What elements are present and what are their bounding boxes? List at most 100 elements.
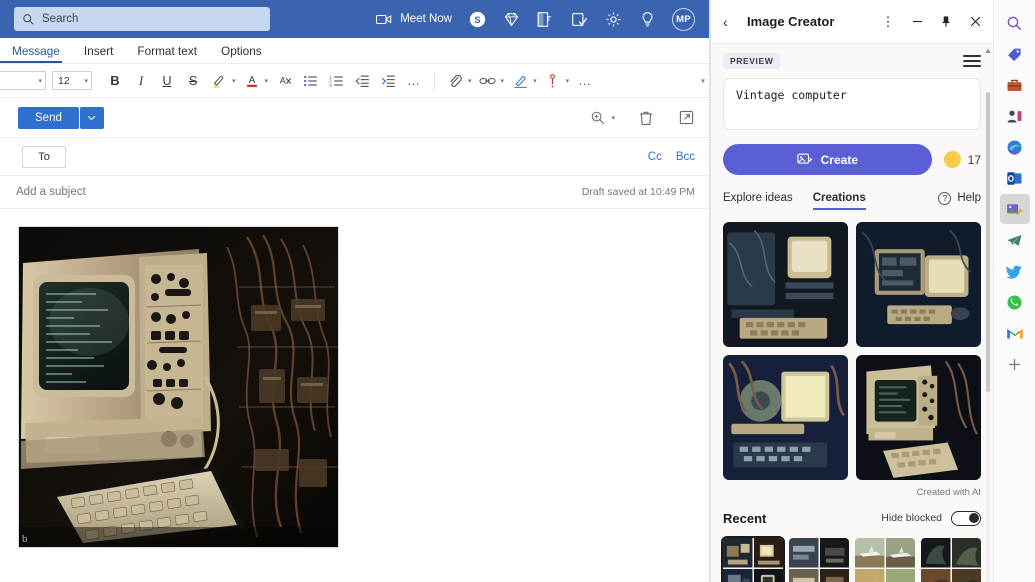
highlight-color-button[interactable]: [206, 68, 232, 94]
hide-blocked-toggle[interactable]: [951, 510, 981, 526]
send-label: Send: [35, 111, 62, 124]
lightbulb-icon[interactable]: [638, 10, 656, 28]
more-options-button[interactable]: …: [572, 68, 598, 94]
increase-indent-button[interactable]: [375, 68, 401, 94]
avatar[interactable]: MP: [672, 7, 695, 31]
office-icon[interactable]: T: [536, 10, 554, 28]
discard-button[interactable]: [637, 109, 655, 127]
minimize-icon[interactable]: [909, 14, 925, 30]
italic-label: I: [138, 72, 144, 88]
cc-button[interactable]: Cc: [648, 151, 662, 163]
font-color-button[interactable]: A: [239, 68, 265, 94]
rail-edge-icon[interactable]: [1000, 132, 1030, 162]
recent-group-dinosaurs[interactable]: [921, 538, 981, 582]
chevron-down-icon[interactable]: ▾: [533, 77, 537, 85]
signature-button[interactable]: [507, 68, 533, 94]
generated-vintage-computer-image[interactable]: b: [18, 226, 339, 548]
gear-icon[interactable]: [604, 10, 622, 28]
chevron-down-icon[interactable]: ▾: [566, 77, 570, 85]
boost-token-icon: ⚡: [943, 151, 961, 168]
scroll-up-icon[interactable]: ▲: [984, 46, 992, 55]
font-family-select[interactable]: ▾: [0, 71, 46, 90]
rail-image-creator-icon[interactable]: [999, 194, 1030, 224]
svg-text:S: S: [474, 14, 480, 24]
search-input[interactable]: Search: [14, 7, 270, 31]
tab-options[interactable]: Options: [209, 44, 274, 63]
search-icon: [22, 13, 35, 26]
font-size-select[interactable]: 12 ▾: [52, 71, 92, 90]
recent-group-old-electronics[interactable]: [789, 538, 849, 582]
rail-outlook-icon[interactable]: [1000, 163, 1030, 193]
tab-message[interactable]: Message: [0, 44, 72, 63]
hamburger-menu-icon[interactable]: [963, 55, 981, 67]
create-button[interactable]: Create: [723, 144, 932, 175]
recent-cell: [855, 568, 885, 582]
back-icon[interactable]: ‹: [723, 14, 737, 30]
subject-input[interactable]: Add a subject: [16, 186, 86, 198]
skype-icon[interactable]: S: [468, 10, 486, 28]
underline-label: U: [162, 73, 172, 88]
tab-format-text[interactable]: Format text: [125, 44, 209, 63]
camera-icon: [375, 10, 393, 28]
pop-out-button[interactable]: [677, 109, 695, 127]
rail-tag-icon[interactable]: [1000, 39, 1030, 69]
creation-thumb-2[interactable]: [856, 222, 981, 347]
send-button[interactable]: Send: [18, 106, 79, 129]
help-button[interactable]: ? Help: [938, 191, 981, 211]
recent-group-airplanes[interactable]: [855, 538, 915, 582]
scrollbar-thumb[interactable]: [986, 92, 990, 392]
rail-twitter-icon[interactable]: [1000, 256, 1030, 286]
bold-button[interactable]: B: [102, 68, 128, 94]
bcc-button[interactable]: Bcc: [676, 151, 695, 163]
italic-button[interactable]: I: [128, 68, 154, 94]
expand-ribbon-icon[interactable]: ▾: [701, 76, 705, 85]
recent-cell: [885, 568, 915, 582]
numbered-list-button[interactable]: 123: [323, 68, 349, 94]
bulleted-list-button[interactable]: [297, 68, 323, 94]
send-options-button[interactable]: [79, 106, 104, 129]
diamond-icon[interactable]: [502, 10, 520, 28]
chevron-down-icon[interactable]: ▾: [501, 77, 505, 85]
rail-whatsapp-icon[interactable]: [1000, 287, 1030, 317]
recent-group-vintage-computer[interactable]: [721, 536, 785, 582]
recent-cell: [723, 568, 753, 582]
panel-scrollbar[interactable]: [986, 92, 990, 582]
chevron-down-icon[interactable]: ▾: [232, 77, 236, 85]
clear-formatting-button[interactable]: A: [271, 68, 297, 94]
prompt-input[interactable]: Vintage computer: [723, 78, 981, 130]
meet-now-button[interactable]: Meet Now: [375, 10, 452, 28]
more-options-icon[interactable]: ⋮: [880, 14, 896, 30]
recent-cell: [855, 538, 885, 568]
rail-gmail-icon[interactable]: [1000, 318, 1030, 348]
zoom-chevron-icon[interactable]: ▾: [611, 114, 615, 122]
creation-thumb-4[interactable]: [856, 355, 981, 480]
close-icon[interactable]: [967, 14, 983, 30]
creation-thumb-1[interactable]: [723, 222, 848, 347]
tab-explore-ideas[interactable]: Explore ideas: [723, 192, 793, 210]
rail-contacts-icon[interactable]: [1000, 101, 1030, 131]
to-field-button[interactable]: To: [22, 145, 66, 168]
pin-icon[interactable]: [938, 14, 954, 30]
underline-button[interactable]: U: [154, 68, 180, 94]
tab-insert[interactable]: Insert: [72, 44, 126, 63]
image-creator-panel: ‹ Image Creator ⋮ PREVIEW Vintage comput…: [710, 0, 993, 582]
more-formatting-button[interactable]: …: [401, 68, 427, 94]
image-creator-scroll-area: PREVIEW Vintage computer Create ⚡ 17 Exp…: [711, 44, 993, 582]
message-body[interactable]: b: [0, 209, 709, 582]
creation-thumb-3[interactable]: [723, 355, 848, 480]
chevron-down-icon[interactable]: ▾: [468, 77, 472, 85]
rail-search-icon[interactable]: [1000, 8, 1030, 38]
chevron-down-icon[interactable]: ▾: [265, 77, 269, 85]
rail-add-icon[interactable]: [1000, 349, 1030, 379]
tasks-icon[interactable]: [570, 10, 588, 28]
zoom-button[interactable]: [589, 109, 607, 127]
importance-button[interactable]: [540, 68, 566, 94]
strikethrough-button[interactable]: S: [180, 68, 206, 94]
tab-creations[interactable]: Creations: [812, 192, 866, 210]
attach-file-button[interactable]: [442, 68, 468, 94]
insert-link-button[interactable]: [475, 68, 501, 94]
rail-telegram-icon[interactable]: [1000, 225, 1030, 255]
rail-briefcase-icon[interactable]: [1000, 70, 1030, 100]
recipient-row: To Cc Bcc: [0, 138, 709, 176]
decrease-indent-button[interactable]: [349, 68, 375, 94]
